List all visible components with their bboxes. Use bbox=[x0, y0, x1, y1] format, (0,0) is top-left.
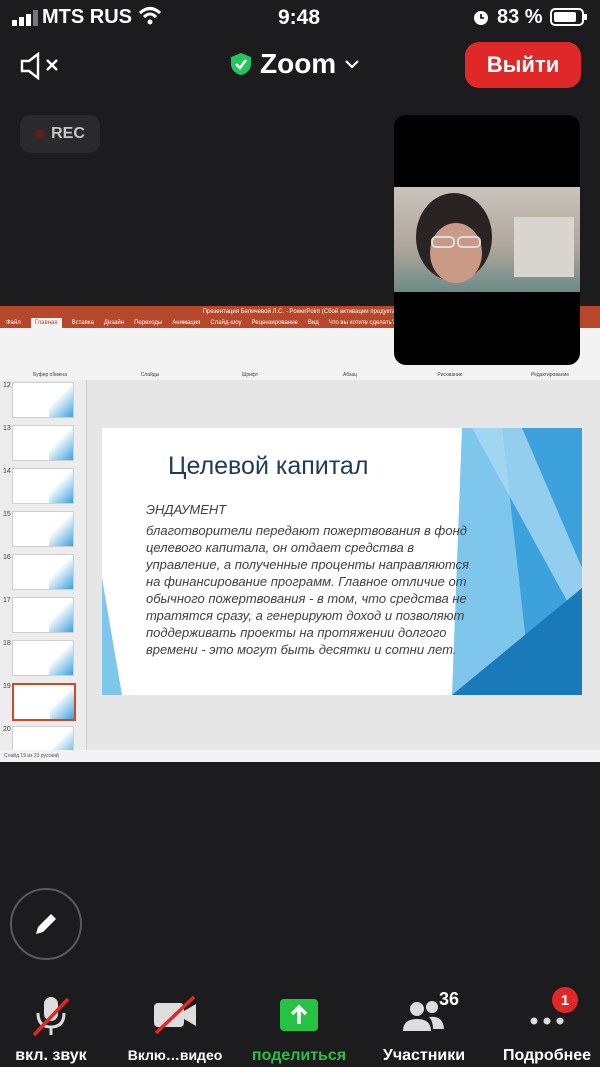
ppt-tab: Файл bbox=[6, 320, 21, 326]
status-bar: MTS RUS 9:48 83 % bbox=[0, 0, 600, 34]
meeting-title-label: Zoom bbox=[260, 48, 337, 79]
ribbon-group: Редактирование bbox=[530, 372, 570, 378]
slide-thumbnail bbox=[12, 425, 74, 461]
meeting-header: Zoom Выйти bbox=[0, 34, 600, 98]
slide-title: Целевой капитал bbox=[168, 452, 369, 480]
mic-muted-icon bbox=[32, 997, 70, 1037]
share-label: поделиться bbox=[251, 1047, 347, 1064]
wifi-icon bbox=[138, 7, 162, 25]
slide-thumbnail bbox=[12, 382, 74, 418]
leave-button[interactable]: Выйти bbox=[465, 42, 581, 88]
thumb-number: 12 bbox=[3, 382, 11, 389]
thumb-number: 14 bbox=[3, 468, 11, 475]
thumb-number: 19 bbox=[3, 683, 11, 690]
participants-icon-wrap: 36 bbox=[399, 989, 459, 1037]
thumb-number: 20 bbox=[3, 726, 11, 733]
video-off-icon bbox=[154, 995, 196, 1035]
slide-subtitle: ЭНДАУМЕНТ bbox=[146, 502, 227, 517]
ppt-status-bar: Слайд 19 из 23 русский bbox=[0, 750, 600, 762]
battery-percent: 83 % bbox=[497, 6, 543, 28]
shield-check-icon bbox=[231, 53, 251, 75]
participants-count: 36 bbox=[438, 989, 459, 1009]
share-button[interactable]: поделиться bbox=[246, 985, 352, 1067]
notification-badge: 1 bbox=[552, 987, 578, 1013]
ppt-tab-active: Главная bbox=[30, 318, 62, 328]
ppt-tab: Слайд-шоу bbox=[210, 320, 242, 326]
start-video-label: Вклю…видео bbox=[127, 1047, 223, 1063]
record-dot-icon bbox=[35, 129, 46, 139]
slide-thumbnail-selected bbox=[12, 683, 76, 721]
pencil-icon bbox=[36, 914, 56, 934]
thumb-number: 16 bbox=[3, 554, 11, 561]
slide-thumbnail bbox=[12, 468, 74, 504]
slide-body-text: благотворители передают пожертвования в … bbox=[146, 523, 469, 657]
alarm-icon bbox=[474, 11, 488, 25]
start-video-button[interactable]: Вклю…видео bbox=[120, 985, 230, 1067]
ppt-tab: Дизайн bbox=[103, 320, 125, 326]
ribbon-group: Буфер обмена bbox=[33, 372, 67, 378]
participants-button[interactable]: 36 Участники bbox=[374, 985, 474, 1067]
ribbon-group: Рисование bbox=[437, 372, 463, 378]
meeting-toolbar: вкл. звук Вклю…видео поделиться 36 Участ… bbox=[0, 985, 600, 1067]
ppt-tab: Вид bbox=[307, 320, 319, 326]
signal-icon bbox=[12, 10, 38, 26]
slide-thumbnail bbox=[12, 640, 74, 676]
ppt-tab: Переходы bbox=[134, 320, 163, 326]
annotate-button[interactable] bbox=[10, 888, 82, 960]
unmute-button[interactable]: вкл. звук bbox=[6, 985, 96, 1067]
ribbon-group: Шрифт bbox=[241, 372, 259, 378]
slide-thumbnail bbox=[12, 511, 74, 547]
rec-label: REC bbox=[51, 125, 85, 142]
more-button[interactable]: 1 Подробнее bbox=[496, 985, 598, 1067]
ppt-search-hint: Что вы хотите сделать? bbox=[328, 320, 396, 326]
battery-icon bbox=[550, 8, 587, 26]
ribbon-group: Слайды bbox=[140, 372, 160, 378]
thumb-number: 15 bbox=[3, 511, 11, 518]
chevron-down-icon bbox=[345, 60, 359, 69]
carrier-name: MTS RUS bbox=[42, 6, 132, 28]
clock: 9:48 bbox=[278, 6, 321, 29]
recording-indicator[interactable]: REC bbox=[20, 115, 100, 153]
unmute-label: вкл. звук bbox=[15, 1047, 87, 1064]
thumb-number: 17 bbox=[3, 597, 11, 604]
slide-thumbnail bbox=[12, 554, 74, 590]
meeting-title[interactable]: Zoom bbox=[230, 48, 360, 80]
participant-video bbox=[394, 187, 580, 292]
thumb-number: 18 bbox=[3, 640, 11, 647]
thumb-number: 13 bbox=[3, 425, 11, 432]
ppt-tab: Рецензирование bbox=[251, 320, 298, 326]
participant-image bbox=[416, 193, 574, 283]
ribbon-group: Абзац bbox=[342, 372, 358, 378]
more-label: Подробнее bbox=[502, 1047, 592, 1064]
share-screen-icon bbox=[280, 999, 318, 1031]
ppt-tab: Вставка bbox=[71, 320, 94, 326]
slide-thumbnail bbox=[12, 597, 74, 633]
slide-canvas: Целевой капитал ЭНДАУМЕНТ благотворители… bbox=[102, 428, 582, 695]
more-icon-wrap: 1 bbox=[522, 987, 578, 1037]
speaker-off-icon[interactable] bbox=[20, 52, 62, 80]
ppt-tab: Анимация bbox=[172, 320, 201, 326]
participants-label: Участники bbox=[382, 1047, 466, 1064]
participant-video-tile[interactable] bbox=[394, 115, 580, 365]
slide-thumbnail-pane: 12 13 14 15 16 17 18 19 20 bbox=[0, 380, 87, 762]
